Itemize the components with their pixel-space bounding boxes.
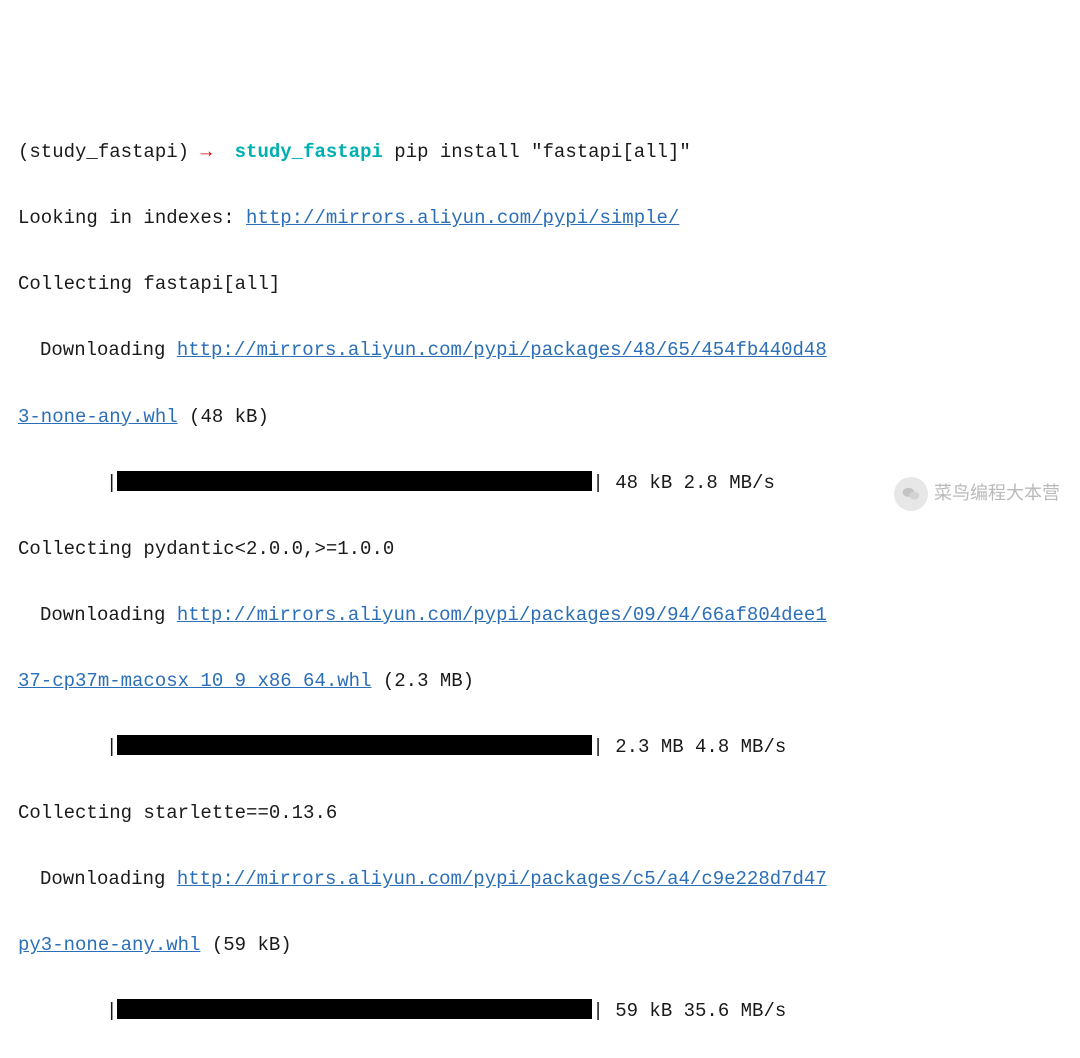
- index-prefix: Looking in indexes:: [18, 207, 246, 229]
- collect-line: Collecting starlette==0.13.6: [18, 797, 1062, 830]
- progress-bar: [117, 471, 592, 491]
- download-line: Downloading http://mirrors.aliyun.com/py…: [18, 599, 1062, 632]
- download-line: Downloading http://mirrors.aliyun.com/py…: [18, 334, 1062, 367]
- wechat-icon: [894, 477, 928, 511]
- progress-line: || 2.3 MB 4.8 MB/s: [18, 731, 1062, 764]
- download-line-cont: py3-none-any.whl (59 kB): [18, 929, 1062, 962]
- progress-text: 48 kB 2.8 MB/s: [604, 472, 775, 494]
- progress-line: || 59 kB 35.6 MB/s: [18, 995, 1062, 1028]
- prompt-line: (study_fastapi) → study_fastapi pip inst…: [18, 136, 1062, 169]
- download-url-part1[interactable]: http://mirrors.aliyun.com/pypi/packages/…: [177, 339, 827, 361]
- download-url-part1[interactable]: http://mirrors.aliyun.com/pypi/packages/…: [177, 868, 827, 890]
- progress-text: 2.3 MB 4.8 MB/s: [604, 736, 786, 758]
- progress-bar: [117, 999, 592, 1019]
- watermark: 菜鸟编程大本营: [894, 475, 1060, 513]
- progress-text: 59 kB 35.6 MB/s: [604, 1000, 786, 1022]
- watermark-text: 菜鸟编程大本营: [934, 478, 1060, 509]
- download-size: (2.3 MB): [371, 670, 474, 692]
- download-line-cont: 3-none-any.whl (48 kB): [18, 401, 1062, 434]
- prompt-arrow-icon: →: [200, 141, 211, 163]
- index-line: Looking in indexes: http://mirrors.aliyu…: [18, 202, 1062, 235]
- command-text[interactable]: pip install "fastapi[all]": [394, 141, 690, 163]
- current-dir: study_fastapi: [235, 141, 383, 163]
- download-prefix: Downloading: [40, 868, 177, 890]
- collect-line: Collecting pydantic<2.0.0,>=1.0.0: [18, 533, 1062, 566]
- progress-bar: [117, 735, 592, 755]
- download-url-part2[interactable]: 37-cp37m-macosx_10_9_x86_64.whl: [18, 670, 371, 692]
- index-url-link[interactable]: http://mirrors.aliyun.com/pypi/simple/: [246, 207, 679, 229]
- download-prefix: Downloading: [40, 604, 177, 626]
- download-url-part2[interactable]: py3-none-any.whl: [18, 934, 200, 956]
- download-size: (59 kB): [200, 934, 291, 956]
- download-line-cont: 37-cp37m-macosx_10_9_x86_64.whl (2.3 MB): [18, 665, 1062, 698]
- download-prefix: Downloading: [40, 339, 177, 361]
- download-line: Downloading http://mirrors.aliyun.com/py…: [18, 863, 1062, 896]
- download-size: (48 kB): [178, 406, 269, 428]
- virtualenv-name: (study_fastapi): [18, 141, 189, 163]
- download-url-part2[interactable]: 3-none-any.whl: [18, 406, 178, 428]
- collect-line: Collecting fastapi[all]: [18, 268, 1062, 301]
- download-url-part1[interactable]: http://mirrors.aliyun.com/pypi/packages/…: [177, 604, 827, 626]
